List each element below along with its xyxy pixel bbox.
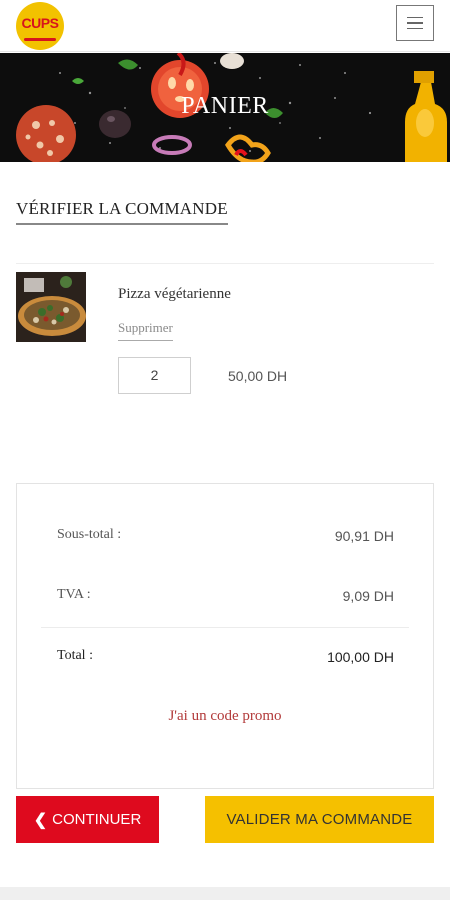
- section-heading: VÉRIFIER LA COMMANDE: [16, 199, 228, 225]
- chevron-left-icon: ❮: [33, 811, 48, 829]
- order-summary: Sous-total : 90,91 DH TVA : 9,09 DH Tota…: [16, 483, 434, 789]
- continue-label: CONTINUER: [52, 811, 142, 828]
- subtotal-value: 90,91 DH: [334, 528, 394, 544]
- divider: [16, 263, 434, 264]
- product-price: 50,00 DH: [228, 368, 288, 384]
- pizza-image: [16, 272, 86, 342]
- brand-logo[interactable]: CUPS: [16, 2, 64, 50]
- tax-value: 9,09 DH: [342, 588, 394, 604]
- logo-underline: [24, 38, 56, 41]
- validate-label: VALIDER MA COMMANDE: [226, 811, 413, 828]
- footer-strip: [0, 887, 450, 900]
- page-banner: PANIER: [0, 53, 450, 162]
- tax-label: TVA :: [57, 587, 91, 602]
- promo-code-link[interactable]: J'ai un code promo: [17, 708, 433, 725]
- logo-text: CUPS: [21, 15, 59, 31]
- hamburger-icon: [407, 16, 423, 19]
- subtotal-label: Sous-total :: [57, 527, 122, 542]
- quantity-input[interactable]: 2: [118, 357, 191, 394]
- product-thumbnail[interactable]: [16, 272, 86, 342]
- total-value: 100,00 DH: [327, 649, 394, 665]
- product-name[interactable]: Pizza végétarienne: [118, 286, 231, 303]
- continue-button[interactable]: ❮ CONTINUER: [16, 796, 159, 843]
- validate-order-button[interactable]: VALIDER MA COMMANDE: [205, 796, 434, 843]
- remove-item-link[interactable]: Supprimer: [118, 320, 173, 341]
- summary-divider: [41, 627, 409, 628]
- top-header: CUPS: [0, 0, 450, 52]
- total-label: Total :: [57, 648, 93, 663]
- page-title: PANIER: [181, 93, 269, 119]
- hamburger-menu-button[interactable]: [396, 5, 434, 41]
